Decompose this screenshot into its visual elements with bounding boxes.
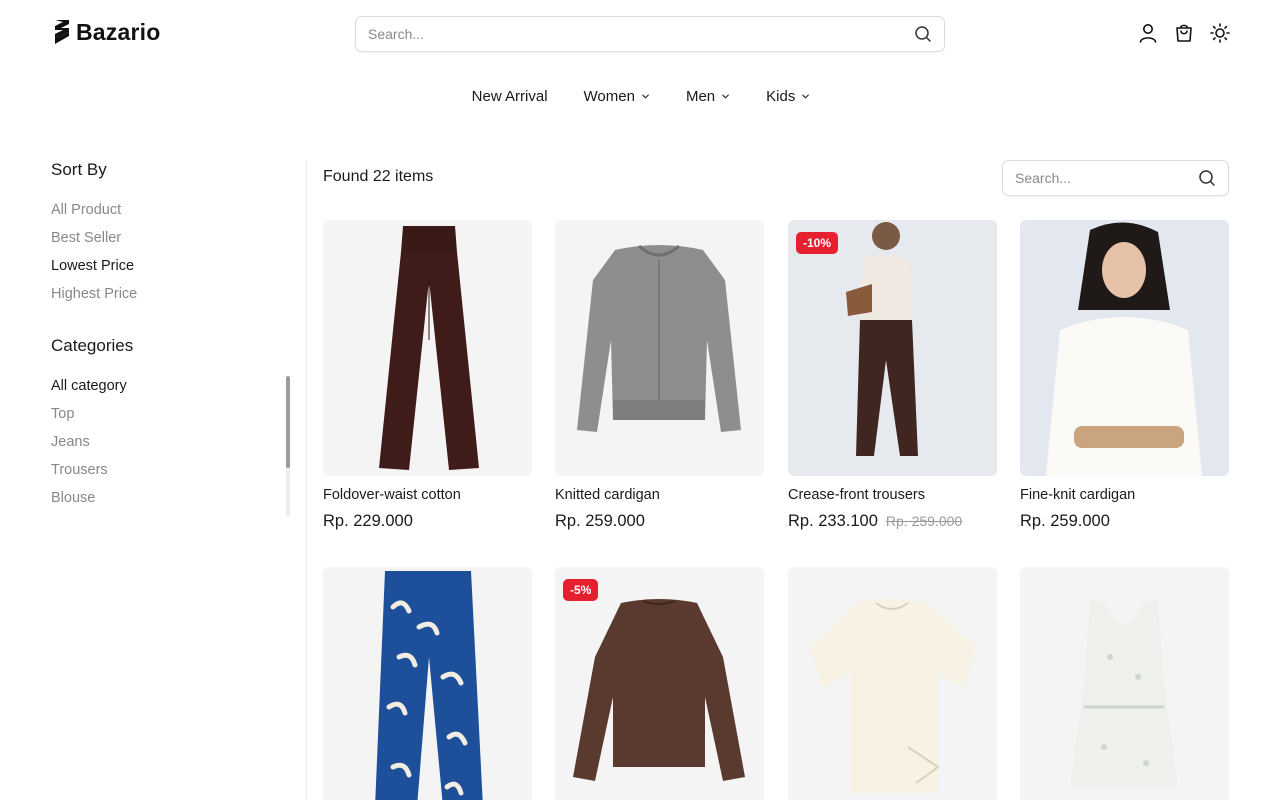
category-option[interactable]: Top <box>51 400 291 428</box>
floral-top-image <box>1070 601 1178 787</box>
product-image[interactable]: -10% <box>788 220 997 476</box>
sort-option[interactable]: All Product <box>51 196 291 224</box>
product-image[interactable] <box>555 220 764 476</box>
nav-label: Kids <box>766 88 796 105</box>
cardigan-image <box>577 244 741 432</box>
sort-options: All Product Best Seller Lowest Price Hig… <box>51 196 291 308</box>
header-search-input[interactable] <box>368 26 914 42</box>
nav-label: Women <box>583 88 635 105</box>
results-count: Found 22 items <box>323 168 434 185</box>
tshirt-image <box>810 599 976 793</box>
chevron-down-icon <box>642 94 649 99</box>
product-card[interactable]: Foldover-waist cotton Rp. 229.000 <box>323 220 532 531</box>
categories-group: Categories All category Top Jeans Trouse… <box>51 336 291 512</box>
nav-new-arrival[interactable]: New Arrival <box>472 88 548 105</box>
nav-men[interactable]: Men <box>686 88 730 105</box>
price-row: Rp. 259.000 <box>555 512 764 531</box>
model-trousers-image <box>846 222 918 456</box>
main-nav: New Arrival Women Men Kids <box>0 88 1280 105</box>
search-icon[interactable] <box>1198 169 1216 187</box>
product-old-price: Rp. 259.000 <box>885 513 963 529</box>
product-search-box[interactable] <box>1002 160 1229 196</box>
product-price: Rp. 229.000 <box>323 512 413 530</box>
brand-name: Bazario <box>76 18 161 45</box>
product-card[interactable]: -5% <box>555 567 764 800</box>
sort-title: Sort By <box>51 160 107 179</box>
model-cardigan-image <box>1046 222 1202 476</box>
logo-mark-icon <box>55 20 69 44</box>
cart-icon[interactable] <box>1174 22 1194 44</box>
product-name[interactable]: Fine-knit cardigan <box>1020 487 1229 503</box>
product-price: Rp. 259.000 <box>1020 512 1110 530</box>
category-option-active[interactable]: All category <box>51 372 291 400</box>
nav-label: Men <box>685 88 716 105</box>
category-options: All category Top Jeans Trousers Blouse <box>51 372 291 512</box>
product-price: Rp. 233.100 <box>788 512 878 530</box>
product-price: Rp. 259.000 <box>555 512 645 530</box>
product-card[interactable] <box>323 567 532 800</box>
brown-top-image <box>573 599 745 781</box>
chevron-down-icon <box>802 94 810 99</box>
sun-icon[interactable] <box>1210 22 1230 44</box>
divider <box>306 160 307 800</box>
product-image[interactable] <box>1020 567 1229 800</box>
header-search-box[interactable] <box>355 16 945 52</box>
category-option[interactable]: Blouse <box>51 484 291 512</box>
user-icon[interactable] <box>1138 22 1158 44</box>
header-actions <box>1138 22 1230 44</box>
printed-trousers-image <box>375 571 483 800</box>
product-image[interactable] <box>323 567 532 800</box>
product-card[interactable]: Knitted cardigan Rp. 259.000 <box>555 220 764 531</box>
categories-title: Categories <box>51 336 134 355</box>
price-row: Rp. 259.000 <box>1020 512 1229 531</box>
product-search-input[interactable] <box>1015 170 1198 186</box>
product-image[interactable]: -5% <box>555 567 764 800</box>
product-card[interactable] <box>788 567 997 800</box>
nav-women[interactable]: Women <box>584 88 650 105</box>
nav-kids[interactable]: Kids <box>766 88 810 105</box>
sort-option[interactable]: Highest Price <box>51 280 291 308</box>
product-name[interactable]: Foldover-waist cotton <box>323 487 532 503</box>
price-row: Rp. 229.000 <box>323 512 532 531</box>
product-card[interactable]: Fine-knit cardigan Rp. 259.000 <box>1020 220 1229 531</box>
product-image[interactable] <box>323 220 532 476</box>
scrollbar-thumb[interactable] <box>286 376 290 468</box>
search-icon[interactable] <box>914 25 932 43</box>
logo[interactable]: Bazario <box>52 18 160 46</box>
discount-badge: -5% <box>563 579 599 601</box>
nav-label: New Arrival <box>471 88 548 105</box>
trousers-image <box>379 226 479 470</box>
category-option[interactable]: Jeans <box>51 428 291 456</box>
product-image[interactable] <box>1020 220 1229 476</box>
product-card[interactable]: -10% Crease-front trousers Rp. 233.100 R… <box>788 220 997 531</box>
chevron-down-icon <box>722 94 729 99</box>
product-card[interactable] <box>1020 567 1229 800</box>
product-name[interactable]: Knitted cardigan <box>555 487 764 503</box>
price-row: Rp. 233.100 Rp. 259.000 <box>788 512 997 531</box>
header: Bazario <box>0 0 1280 68</box>
sidebar-scrollbar[interactable] <box>286 376 290 516</box>
category-option[interactable]: Trousers <box>51 456 291 484</box>
product-image[interactable] <box>788 567 997 800</box>
discount-badge: -10% <box>796 232 839 254</box>
sort-option-active[interactable]: Lowest Price <box>51 252 291 280</box>
product-name[interactable]: Crease-front trousers <box>788 487 997 503</box>
sort-option[interactable]: Best Seller <box>51 224 291 252</box>
filter-sidebar: Sort By All Product Best Seller Lowest P… <box>51 160 291 512</box>
